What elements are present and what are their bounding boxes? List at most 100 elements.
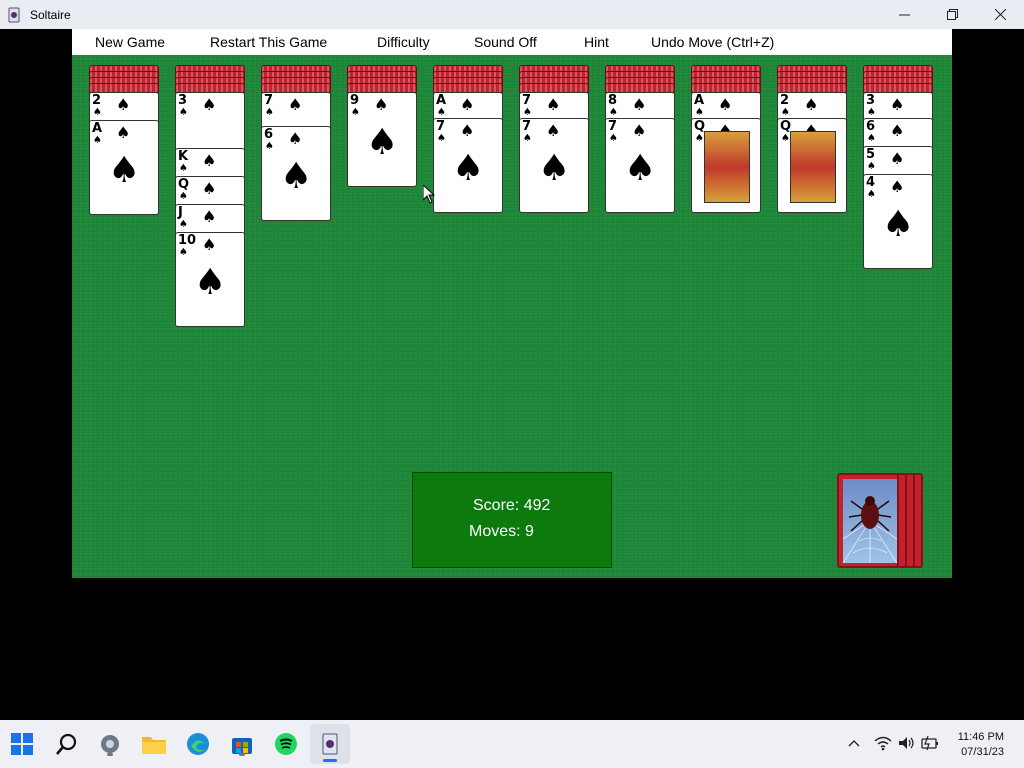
spade-suit-icon: ♠ xyxy=(179,219,188,230)
card-rank: 7 xyxy=(264,93,274,108)
spade-suit-icon: ♠ xyxy=(781,107,790,118)
face-card-portrait-icon xyxy=(704,131,750,203)
spade-pip-icon: ♠ xyxy=(890,149,905,168)
clock-time: 11:46 PM xyxy=(957,731,1004,743)
start-button[interactable] xyxy=(8,730,36,758)
face-card-portrait-icon xyxy=(790,131,836,203)
spade-pip-icon: ♠ xyxy=(890,95,905,114)
spider-web-icon xyxy=(842,479,898,564)
card-rank: 7 xyxy=(608,119,618,134)
spade-suit-icon: ♠ xyxy=(93,107,102,118)
spade-pip-icon: ♠ xyxy=(460,95,475,114)
playing-card[interactable]: 7 ♠ ♠ ♠ xyxy=(519,118,589,213)
menu-difficulty[interactable]: Difficulty xyxy=(377,34,430,50)
playing-card[interactable]: 6 ♠ ♠ ♠ xyxy=(261,126,331,221)
playing-card[interactable]: 7 ♠ ♠ ♠ xyxy=(605,118,675,213)
spade-suit-icon: ♠ xyxy=(179,247,188,258)
card-rank: 3 xyxy=(866,93,876,108)
spade-pip-icon: ♠ xyxy=(374,95,389,114)
score-text: Score: 492 xyxy=(473,497,551,514)
playing-card[interactable]: 7 ♠ ♠ ♠ xyxy=(433,118,503,213)
taskbar-solitaire[interactable] xyxy=(310,724,350,764)
playing-card[interactable]: 3 ♠ ♠ xyxy=(175,92,245,156)
card-rank: 2 xyxy=(92,93,102,108)
card-rank: 7 xyxy=(522,93,532,108)
spade-pip-icon: ♠ xyxy=(546,121,561,140)
solitaire-icon xyxy=(322,733,338,755)
battery-icon[interactable] xyxy=(921,734,939,752)
spade-pip-icon: ♠ xyxy=(288,129,303,148)
maximize-button[interactable] xyxy=(928,0,976,29)
playing-card[interactable]: 4 ♠ ♠ ♠ xyxy=(863,174,933,269)
spade-suit-icon: ♠ xyxy=(265,107,274,118)
spade-suit-icon: ♠ xyxy=(265,141,274,152)
menu-hint[interactable]: Hint xyxy=(584,34,609,50)
close-icon xyxy=(994,9,1006,20)
spade-suit-icon: ♠ xyxy=(867,161,876,172)
taskbar-store[interactable] xyxy=(228,730,256,758)
menu-undo[interactable]: Undo Move (Ctrl+Z) xyxy=(651,34,774,50)
spade-suit-icon: ♠ xyxy=(351,107,360,118)
search-button[interactable] xyxy=(53,730,81,758)
spade-center-icon: ♠ xyxy=(452,148,485,189)
spade-suit-icon: ♠ xyxy=(695,107,704,118)
playing-card[interactable]: Q♠♠♠ xyxy=(691,118,761,213)
close-button[interactable] xyxy=(976,0,1024,29)
spade-suit-icon: ♠ xyxy=(179,191,188,202)
card-rank: 7 xyxy=(522,119,532,134)
taskbar: 11:46 PM 07/31/23 xyxy=(0,720,1024,768)
volume-icon[interactable] xyxy=(898,735,916,751)
playing-card[interactable]: A ♠ ♠ ♠ xyxy=(89,120,159,215)
title-bar: Soltaire xyxy=(0,0,1024,29)
spade-suit-icon: ♠ xyxy=(867,133,876,144)
spade-pip-icon: ♠ xyxy=(460,121,475,140)
file-explorer-icon xyxy=(142,737,166,754)
card-rank: 4 xyxy=(866,175,876,190)
minimize-button[interactable] xyxy=(880,0,928,29)
spade-center-icon: ♠ xyxy=(366,122,399,163)
card-rank: 10 xyxy=(178,233,197,248)
spade-center-icon: ♠ xyxy=(538,148,571,189)
card-rank: 3 xyxy=(178,93,188,108)
card-rank: K xyxy=(178,149,189,164)
card-rank: 9 xyxy=(350,93,360,108)
playing-card[interactable]: Q♠♠♠ xyxy=(777,118,847,213)
chevron-up-icon[interactable] xyxy=(848,738,860,748)
taskbar-settings[interactable] xyxy=(96,730,124,758)
spade-suit-icon: ♠ xyxy=(867,189,876,200)
score-panel: Score: 492 Moves: 9 xyxy=(412,472,612,568)
menu-new-game[interactable]: New Game xyxy=(95,34,165,50)
spade-suit-icon: ♠ xyxy=(609,107,618,118)
card-rank: 6 xyxy=(866,119,876,134)
spade-pip-icon: ♠ xyxy=(890,121,905,140)
spade-pip-icon: ♠ xyxy=(890,177,905,196)
stock-card[interactable] xyxy=(837,473,899,568)
game-board[interactable]: New Game Restart This Game Difficulty So… xyxy=(72,29,952,578)
window-title: Soltaire xyxy=(30,7,71,22)
spade-suit-icon: ♠ xyxy=(781,133,790,144)
playing-card[interactable]: 10 ♠ ♠ ♠ xyxy=(175,232,245,327)
spade-suit-icon: ♠ xyxy=(179,107,188,118)
spade-center-icon: ♠ xyxy=(108,150,141,191)
spade-pip-icon: ♠ xyxy=(632,121,647,140)
spade-pip-icon: ♠ xyxy=(202,179,217,198)
clock-date: 07/31/23 xyxy=(961,746,1004,758)
restore-icon xyxy=(946,9,958,20)
taskbar-spotify[interactable] xyxy=(272,730,300,758)
start-icon xyxy=(11,733,33,755)
spade-suit-icon: ♠ xyxy=(867,107,876,118)
taskbar-file-explorer[interactable] xyxy=(140,730,168,758)
menu-sound-toggle[interactable]: Sound Off xyxy=(474,34,537,50)
playing-card[interactable]: 9 ♠ ♠ ♠ xyxy=(347,92,417,187)
menu-restart-game[interactable]: Restart This Game xyxy=(210,34,327,50)
wifi-icon[interactable] xyxy=(874,735,892,751)
spade-suit-icon: ♠ xyxy=(437,133,446,144)
moves-text: Moves: 9 xyxy=(469,523,534,540)
spade-center-icon: ♠ xyxy=(280,156,313,197)
card-rank: A xyxy=(92,121,103,136)
system-clock[interactable]: 11:46 PM 07/31/23 xyxy=(958,730,1004,760)
minimize-icon xyxy=(898,14,910,16)
spade-suit-icon: ♠ xyxy=(523,107,532,118)
taskbar-edge[interactable] xyxy=(184,730,212,758)
edge-icon xyxy=(187,733,209,755)
